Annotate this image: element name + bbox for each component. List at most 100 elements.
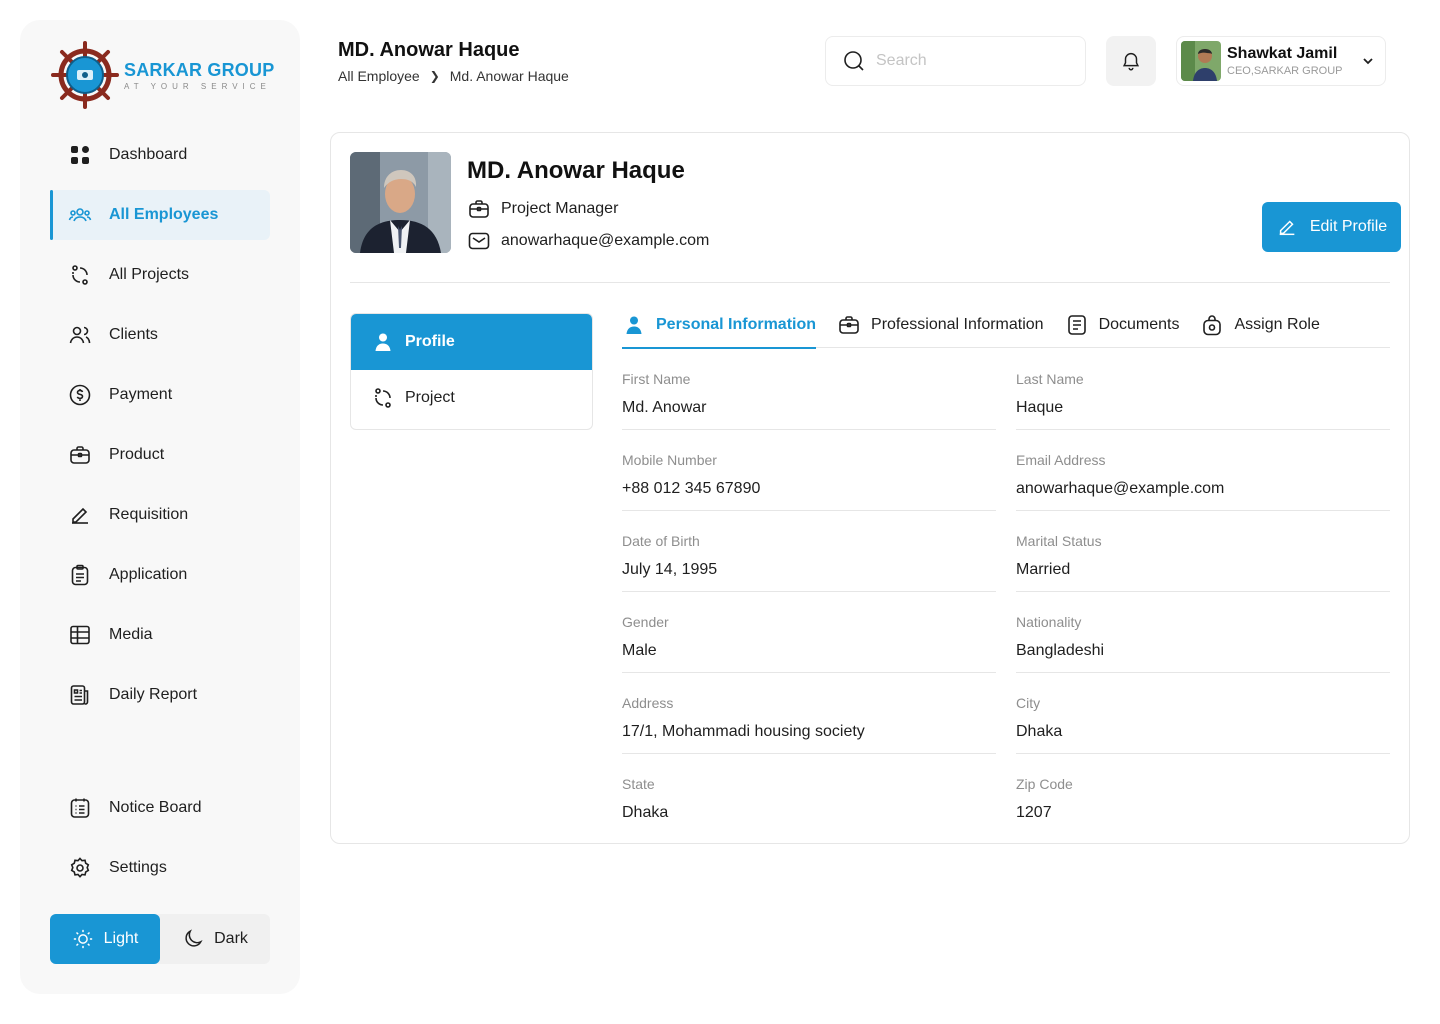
clients-icon <box>69 326 91 344</box>
field-label: Gender <box>622 614 669 630</box>
field-value: Married <box>1016 561 1071 578</box>
marital-status-field: Marital Status Married <box>1016 533 1390 592</box>
brand-name: SARKAR GROUP <box>124 59 275 80</box>
sidebar-item-daily-report[interactable]: Daily Report <box>50 670 270 720</box>
tab-label: Documents <box>1098 316 1180 333</box>
dark-theme-button[interactable]: Dark <box>160 914 270 964</box>
brand-logo[interactable]: SARKAR GROUP AT YOUR SERVICE <box>50 40 280 110</box>
clipboard-icon <box>71 564 89 586</box>
tab-label: Professional Information <box>871 316 1044 333</box>
sidebar-item-label: Dashboard <box>109 146 188 163</box>
list-icon <box>70 798 90 818</box>
user-icon <box>375 333 391 351</box>
date-of-birth-field: Date of Birth July 14, 1995 <box>622 533 996 592</box>
tab-assign-role[interactable]: Assign Role <box>1200 313 1320 348</box>
sidebar-nav: Dashboard All Employees All Projects Cli… <box>50 130 270 730</box>
report-icon <box>70 685 89 705</box>
breadcrumb-all-employee[interactable]: All Employee <box>338 68 420 84</box>
employee-email-row: anowarhaque@example.com <box>467 229 709 253</box>
sidebar-item-label: Media <box>109 626 153 643</box>
sidebar-item-settings[interactable]: Settings <box>50 843 270 893</box>
search-input[interactable] <box>876 52 1056 70</box>
page-title: MD. Anowar Haque <box>338 39 520 61</box>
side-tab-label: Profile <box>405 333 455 350</box>
mail-icon <box>468 232 490 250</box>
field-label: State <box>622 776 655 792</box>
dollar-icon <box>69 384 91 406</box>
field-label: First Name <box>622 371 691 387</box>
field-label: Marital Status <box>1016 533 1102 549</box>
last-name-field: Last Name Haque <box>1016 371 1390 430</box>
mobile-number-field: Mobile Number +88 012 345 67890 <box>622 452 996 511</box>
sun-icon <box>73 929 92 949</box>
user-icon <box>626 316 642 334</box>
theme-toggle: Light Dark <box>50 914 270 964</box>
user-avatar <box>1181 41 1221 81</box>
field-value: 1207 <box>1016 804 1052 821</box>
edit-profile-button[interactable]: Edit Profile <box>1262 202 1401 252</box>
user-avatar-image <box>1181 41 1221 81</box>
gear-icon <box>70 857 90 878</box>
sidebar-item-requisition[interactable]: Requisition <box>50 490 270 540</box>
light-theme-button[interactable]: Light <box>50 914 160 964</box>
field-row: Date of Birth July 14, 1995 Marital Stat… <box>622 533 1390 614</box>
sidebar-item-dashboard[interactable]: Dashboard <box>50 130 270 180</box>
sidebar-item-payment[interactable]: Payment <box>50 370 270 420</box>
edit-profile-label: Edit Profile <box>1309 218 1388 235</box>
field-value: Dhaka <box>1016 723 1063 740</box>
city-field: City Dhaka <box>1016 695 1390 754</box>
employee-name: MD. Anowar Haque <box>467 157 685 184</box>
field-row: Address 17/1, Mohammadi housing society … <box>622 695 1390 776</box>
edit-pen-icon <box>1279 220 1295 236</box>
nationality-field: Nationality Bangladeshi <box>1016 614 1390 673</box>
field-value: Haque <box>1016 399 1064 416</box>
breadcrumb: All Employee ❯ Md. Anowar Haque <box>338 68 569 84</box>
profile-side-tabs: Profile Project <box>350 313 593 430</box>
sidebar-item-application[interactable]: Application <box>50 550 270 600</box>
tab-professional-information[interactable]: Professional Information <box>837 313 1044 348</box>
field-value: Male <box>622 642 657 659</box>
employee-profile-card: MD. Anowar Haque Project Manager anowarh… <box>330 132 1410 844</box>
field-value: +88 012 345 67890 <box>622 480 761 497</box>
profile-divider <box>350 282 1390 283</box>
gender-field: Gender Male <box>622 614 996 673</box>
ship-wheel-logo-icon <box>51 41 119 109</box>
field-row: Mobile Number +88 012 345 67890 Email Ad… <box>622 452 1390 533</box>
briefcase-icon <box>839 316 859 334</box>
sidebar-item-label: All Employees <box>109 206 219 223</box>
briefcase-icon <box>70 446 90 464</box>
side-tab-profile[interactable]: Profile <box>351 314 592 370</box>
personal-info-fields: First Name Md. Anowar Last Name Haque Mo… <box>622 371 1390 857</box>
chevron-down-icon <box>1363 58 1373 65</box>
field-value: July 14, 1995 <box>622 561 718 578</box>
field-value: Dhaka <box>622 804 669 821</box>
sidebar-item-clients[interactable]: Clients <box>50 310 270 360</box>
field-value: Md. Anowar <box>622 399 707 416</box>
tab-label: Assign Role <box>1234 316 1320 333</box>
sidebar-item-product[interactable]: Product <box>50 430 270 480</box>
address-field: Address 17/1, Mohammadi housing society <box>622 695 996 754</box>
sidebar-item-all-employees[interactable]: All Employees <box>50 190 270 240</box>
tab-documents[interactable]: Documents <box>1065 313 1180 348</box>
sidebar-item-all-projects[interactable]: All Projects <box>50 250 270 300</box>
breadcrumb-current: Md. Anowar Haque <box>449 68 569 84</box>
user-menu[interactable]: Shawkat Jamil CEO,SARKAR GROUP <box>1176 36 1386 86</box>
profile-info-tabs: Personal Information Professional Inform… <box>622 313 1390 349</box>
email-address-field: Email Address anowarhaque@example.com <box>1016 452 1390 511</box>
sidebar-item-label: Daily Report <box>109 686 198 703</box>
projects-icon <box>375 388 391 408</box>
employee-email[interactable]: anowarhaque@example.com <box>501 232 709 250</box>
sidebar-item-label: Notice Board <box>109 799 202 816</box>
notification-button[interactable] <box>1106 36 1156 86</box>
tab-personal-information[interactable]: Personal Information <box>622 313 817 349</box>
sidebar-item-notice-board[interactable]: Notice Board <box>50 783 270 833</box>
sidebar-item-label: Clients <box>109 326 158 343</box>
field-label: Last Name <box>1016 371 1084 387</box>
sidebar-item-media[interactable]: Media <box>50 610 270 660</box>
field-label: Mobile Number <box>622 452 717 468</box>
side-tab-project[interactable]: Project <box>351 370 592 426</box>
document-icon <box>1067 315 1086 335</box>
user-name: Shawkat Jamil <box>1227 45 1338 62</box>
field-row: First Name Md. Anowar Last Name Haque <box>622 371 1390 452</box>
light-theme-label: Light <box>103 930 139 947</box>
